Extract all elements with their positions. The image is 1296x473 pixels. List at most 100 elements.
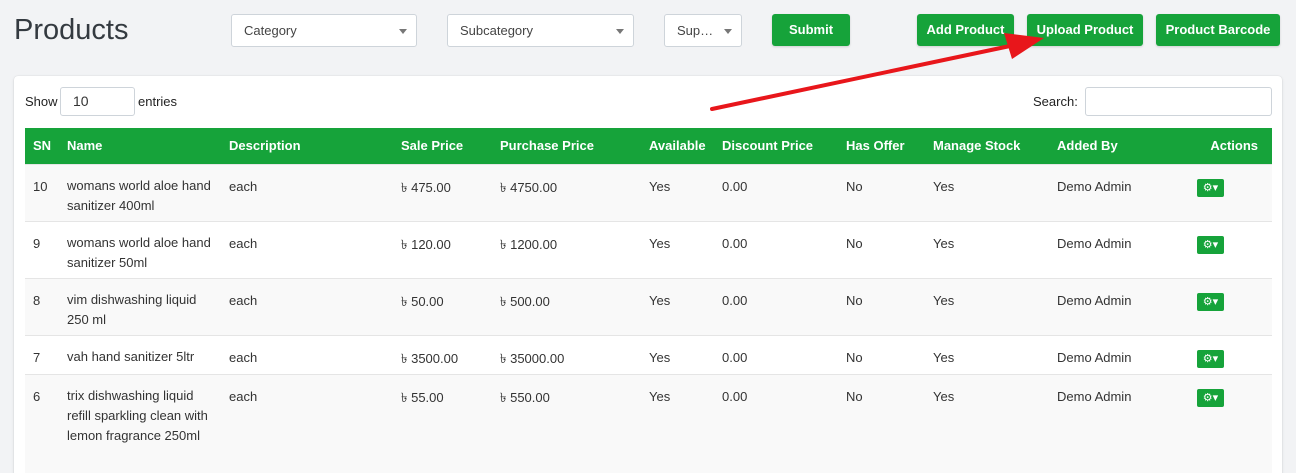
cell-manage-stock: Yes: [925, 334, 1049, 374]
supplier-select-value: Sup…: [677, 23, 714, 38]
column-header-added-by[interactable]: Added By: [1049, 128, 1197, 164]
cell-sn: 8: [25, 277, 59, 335]
cell-description: each: [221, 163, 393, 221]
cell-sn: 7: [25, 334, 59, 374]
add-product-button[interactable]: Add Product: [917, 14, 1014, 46]
cell-sale-price: ৳ 55.00: [393, 373, 492, 473]
cell-available: Yes: [641, 220, 714, 278]
cell-description: each: [221, 334, 393, 374]
column-header-name[interactable]: Name: [59, 128, 221, 164]
cell-actions: ⚙▾: [1197, 373, 1272, 473]
column-header-manage-stock[interactable]: Manage Stock: [925, 128, 1049, 164]
subcategory-select-value: Subcategory: [460, 23, 533, 38]
cell-available: Yes: [641, 373, 714, 473]
cell-sale-price: ৳ 475.00: [393, 163, 492, 221]
cell-sn: 9: [25, 220, 59, 278]
cell-name: womans world aloe hand sanitizer 400ml: [59, 163, 221, 221]
cell-has-offer: No: [838, 163, 925, 221]
cell-description: each: [221, 373, 393, 473]
cell-available: Yes: [641, 334, 714, 374]
show-label: Show: [25, 94, 58, 109]
supplier-select[interactable]: Sup…: [664, 14, 742, 47]
chevron-down-icon: [616, 29, 624, 34]
column-header-discount-price[interactable]: Discount Price: [714, 128, 838, 164]
page-title: Products: [14, 14, 129, 46]
column-header-has-offer[interactable]: Has Offer: [838, 128, 925, 164]
subcategory-select[interactable]: Subcategory: [447, 14, 634, 47]
cell-actions: ⚙▾: [1197, 163, 1272, 221]
gear-icon[interactable]: ⚙▾: [1197, 235, 1224, 254]
submit-button[interactable]: Submit: [772, 14, 850, 46]
chevron-down-icon: [399, 29, 407, 34]
cell-added-by: Demo Admin: [1049, 163, 1197, 221]
cell-discount-price: 0.00: [714, 220, 838, 278]
cell-has-offer: No: [838, 220, 925, 278]
chevron-down-icon: [724, 29, 732, 34]
cell-has-offer: No: [838, 334, 925, 374]
cell-name: womans world aloe hand sanitizer 50ml: [59, 220, 221, 278]
gear-icon[interactable]: ⚙▾: [1197, 349, 1224, 368]
cell-available: Yes: [641, 163, 714, 221]
cell-sn: 10: [25, 163, 59, 221]
column-header-sn[interactable]: SN: [25, 128, 59, 164]
table-row: 10 womans world aloe hand sanitizer 400m…: [25, 163, 1272, 221]
gear-icon[interactable]: ⚙▾: [1197, 178, 1224, 197]
cell-purchase-price: ৳ 4750.00: [492, 163, 641, 221]
cell-name: trix dishwashing liquid refill sparkling…: [59, 373, 221, 473]
cell-sale-price: ৳ 50.00: [393, 277, 492, 335]
product-name: womans world aloe hand sanitizer 50ml: [67, 234, 211, 270]
cell-discount-price: 0.00: [714, 373, 838, 473]
cell-discount-price: 0.00: [714, 163, 838, 221]
product-name: vim dishwashing liquid 250 ml: [67, 291, 197, 327]
cell-purchase-price: ৳ 500.00: [492, 277, 641, 335]
cell-manage-stock: Yes: [925, 220, 1049, 278]
table-header-row: SN Name Description Sale Price Purchase …: [25, 128, 1272, 164]
cell-manage-stock: Yes: [925, 373, 1049, 473]
cell-purchase-price: ৳ 550.00: [492, 373, 641, 473]
search-input[interactable]: [1085, 87, 1272, 116]
column-header-actions: Actions: [1210, 138, 1258, 154]
table-row: 9 womans world aloe hand sanitizer 50ml …: [25, 220, 1272, 278]
cell-sn: 6: [25, 373, 59, 473]
cell-added-by: Demo Admin: [1049, 334, 1197, 374]
cell-description: each: [221, 220, 393, 278]
products-card: Show 10 entries Search: SN Name Descript…: [14, 76, 1282, 473]
cell-manage-stock: Yes: [925, 277, 1049, 335]
column-header-purchase-price[interactable]: Purchase Price: [492, 128, 641, 164]
column-header-description[interactable]: Description: [221, 128, 393, 164]
cell-actions: ⚙▾: [1197, 220, 1272, 278]
cell-available: Yes: [641, 277, 714, 335]
cell-sale-price: ৳ 120.00: [393, 220, 492, 278]
cell-sale-price: ৳ 3500.00: [393, 334, 492, 374]
search-label: Search:: [1033, 94, 1078, 109]
cell-purchase-price: ৳ 1200.00: [492, 220, 641, 278]
cell-name: vah hand sanitizer 5ltr: [59, 334, 221, 374]
category-select-value: Category: [244, 23, 297, 38]
cell-discount-price: 0.00: [714, 277, 838, 335]
gear-icon[interactable]: ⚙▾: [1197, 388, 1224, 407]
table-row: 6 trix dishwashing liquid refill sparkli…: [25, 373, 1272, 473]
category-select[interactable]: Category: [231, 14, 417, 47]
cell-added-by: Demo Admin: [1049, 277, 1197, 335]
cell-name: vim dishwashing liquid 250 ml: [59, 277, 221, 335]
cell-added-by: Demo Admin: [1049, 373, 1197, 473]
gear-icon[interactable]: ⚙▾: [1197, 292, 1224, 311]
entries-label: entries: [138, 94, 178, 109]
table-row: 8 vim dishwashing liquid 250 ml each ৳ 5…: [25, 277, 1272, 335]
cell-actions: ⚙▾: [1197, 277, 1272, 335]
cell-manage-stock: Yes: [925, 163, 1049, 221]
cell-discount-price: 0.00: [714, 334, 838, 374]
cell-added-by: Demo Admin: [1049, 220, 1197, 278]
cell-has-offer: No: [838, 277, 925, 335]
cell-purchase-price: ৳ 35000.00: [492, 334, 641, 374]
column-header-available[interactable]: Available: [641, 128, 714, 164]
cell-has-offer: No: [838, 373, 925, 473]
product-name: vah hand sanitizer 5ltr: [67, 348, 195, 364]
column-header-sale-price[interactable]: Sale Price: [393, 128, 492, 164]
products-table: SN Name Description Sale Price Purchase …: [25, 128, 1272, 473]
cell-actions: ⚙▾: [1197, 334, 1272, 374]
product-barcode-button[interactable]: Product Barcode: [1156, 14, 1280, 46]
upload-product-button[interactable]: Upload Product: [1027, 14, 1143, 46]
entries-per-page-input[interactable]: 10: [60, 87, 135, 116]
cell-description: each: [221, 277, 393, 335]
